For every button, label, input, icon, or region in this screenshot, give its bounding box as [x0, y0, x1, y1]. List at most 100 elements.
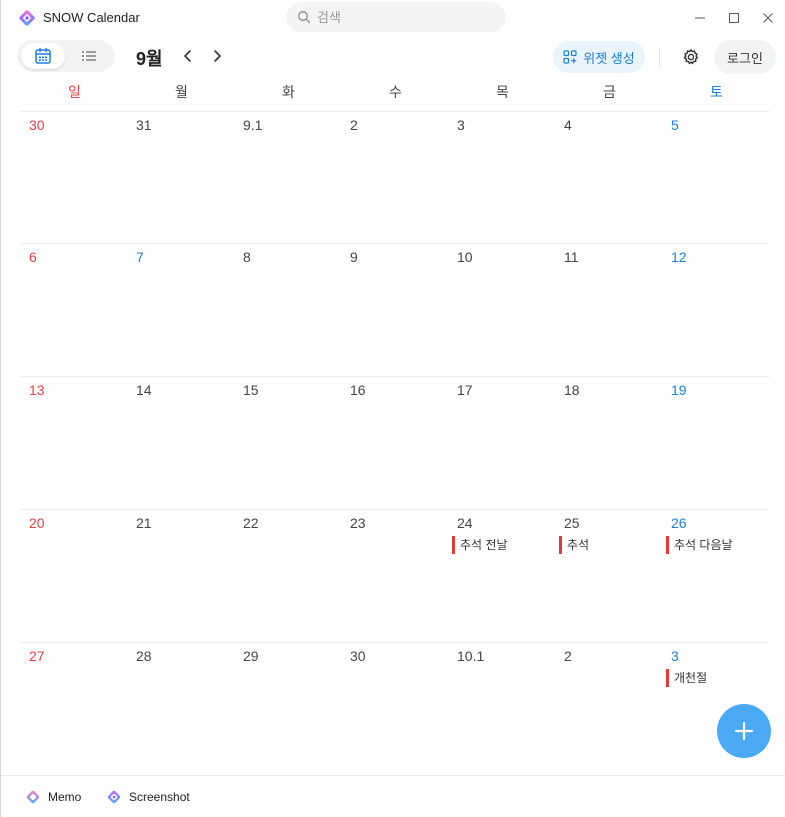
day-cell[interactable]: 7	[128, 243, 235, 375]
day-number: 16	[350, 382, 366, 398]
day-number: 11	[564, 249, 579, 265]
close-icon	[763, 13, 773, 23]
day-number: 31	[136, 117, 152, 133]
current-month-label: 9월	[136, 49, 163, 69]
day-cell[interactable]: 29	[235, 642, 342, 774]
search-input[interactable]	[317, 7, 487, 27]
day-number: 5	[671, 117, 679, 133]
day-cell[interactable]: 28	[128, 642, 235, 774]
day-cell[interactable]: 11	[556, 243, 663, 375]
day-cell[interactable]: 4	[556, 111, 663, 243]
day-cell[interactable]: 31	[128, 111, 235, 243]
day-number: 3	[671, 648, 679, 664]
screenshot-app-icon	[107, 790, 121, 804]
event-item[interactable]: 추석 다음날	[666, 536, 733, 554]
day-number: 25	[564, 515, 580, 531]
search-box[interactable]	[286, 2, 506, 32]
day-number: 8	[243, 249, 251, 265]
day-cell[interactable]: 21	[128, 509, 235, 641]
day-cell[interactable]: 25 추석	[556, 509, 663, 641]
day-number: 18	[564, 382, 580, 398]
prev-month-button[interactable]	[178, 46, 198, 66]
next-month-button[interactable]	[207, 46, 227, 66]
event-item[interactable]: 개천절	[666, 669, 707, 687]
day-cell[interactable]: 10	[449, 243, 556, 375]
day-number: 10	[457, 249, 473, 265]
weekday-label: 토	[710, 84, 723, 100]
settings-button[interactable]	[680, 46, 702, 68]
day-number: 21	[136, 515, 152, 531]
memo-link[interactable]: Memo	[25, 789, 81, 805]
day-cell[interactable]: 10.1	[449, 642, 556, 774]
day-number: 30	[29, 117, 45, 133]
day-cell[interactable]: 20	[21, 509, 128, 641]
event-item[interactable]: 추석 전날	[452, 536, 508, 554]
day-number: 28	[136, 648, 152, 664]
event-item[interactable]: 추석	[559, 536, 589, 554]
day-cell[interactable]: 3	[449, 111, 556, 243]
day-cell[interactable]: 5	[663, 111, 770, 243]
day-number: 27	[29, 648, 45, 664]
maximize-icon	[729, 13, 739, 23]
maximize-button[interactable]	[724, 8, 744, 28]
day-cell[interactable]: 15	[235, 376, 342, 508]
day-number: 12	[671, 249, 687, 265]
gear-icon	[683, 49, 699, 65]
create-widget-label: 위젯 생성	[583, 50, 635, 66]
day-cell[interactable]: 12	[663, 243, 770, 375]
title-bar: SNOW Calendar	[1, 0, 785, 36]
day-cell[interactable]: 23	[342, 509, 449, 641]
list-view-button[interactable]	[67, 43, 111, 69]
view-toggle	[17, 40, 115, 72]
close-button[interactable]	[758, 8, 778, 28]
create-widget-button[interactable]: 위젯 생성	[553, 41, 645, 73]
minimize-icon	[695, 17, 705, 19]
day-cell[interactable]: 18	[556, 376, 663, 508]
day-cell[interactable]: 9.1	[235, 111, 342, 243]
list-icon	[82, 51, 96, 61]
day-number: 15	[243, 382, 259, 398]
login-button[interactable]: 로그인	[714, 40, 776, 74]
day-cell[interactable]: 2	[342, 111, 449, 243]
weekday-label: 목	[496, 84, 509, 100]
day-number: 2	[350, 117, 358, 133]
day-number: 13	[29, 382, 45, 398]
memo-label: Memo	[48, 790, 82, 804]
day-number: 20	[29, 515, 45, 531]
day-cell[interactable]: 13	[21, 376, 128, 508]
day-cell[interactable]: 22	[235, 509, 342, 641]
screenshot-link[interactable]: Screenshot	[106, 789, 190, 805]
day-cell[interactable]: 27	[21, 642, 128, 774]
plus-icon	[734, 721, 754, 741]
day-cell[interactable]: 6	[21, 243, 128, 375]
day-cell[interactable]: 24 추석 전날	[449, 509, 556, 641]
day-cell[interactable]: 26 추석 다음날	[663, 509, 770, 641]
widget-icon	[563, 50, 577, 64]
day-cell[interactable]: 9	[342, 243, 449, 375]
weekday-label: 월	[175, 84, 188, 100]
memo-app-icon	[26, 790, 40, 804]
day-cell[interactable]: 30	[21, 111, 128, 243]
day-number: 2	[564, 648, 572, 664]
day-number: 22	[243, 515, 259, 531]
day-number: 26	[671, 515, 687, 531]
app-window: SNOW Calendar 검색 9월 위젯 생성 로그인 일 월 화 수 목 …	[0, 0, 785, 817]
day-number: 30	[350, 648, 366, 664]
day-cell[interactable]: 8	[235, 243, 342, 375]
day-cell[interactable]: 19	[663, 376, 770, 508]
day-number: 9	[350, 249, 358, 265]
day-cell[interactable]: 17	[449, 376, 556, 508]
snow-logo-icon	[19, 10, 35, 26]
minimize-button[interactable]	[690, 8, 710, 28]
calendar-view-button[interactable]	[21, 43, 65, 69]
day-cell[interactable]: 2	[556, 642, 663, 774]
day-number: 14	[136, 382, 152, 398]
day-number: 10.1	[457, 648, 485, 664]
calendar-icon	[35, 47, 51, 64]
add-event-button[interactable]	[717, 704, 771, 758]
chevron-right-icon	[214, 50, 221, 62]
day-cell[interactable]: 14	[128, 376, 235, 508]
day-number: 7	[136, 249, 144, 265]
day-cell[interactable]: 30	[342, 642, 449, 774]
day-cell[interactable]: 16	[342, 376, 449, 508]
